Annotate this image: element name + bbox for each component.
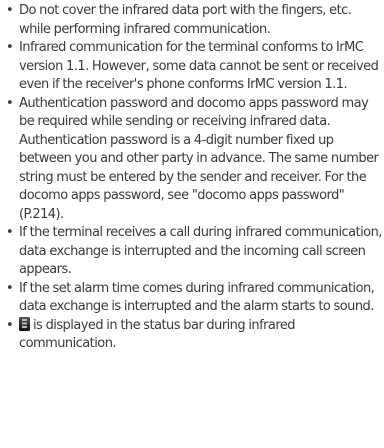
bullet: •: [6, 3, 14, 18]
note-item: • is displayed in the status bar during i…: [6, 316, 382, 354]
document-page: • Do not cover the infrared data port wit…: [6, 2, 382, 354]
bullet: •: [6, 40, 14, 55]
note-item: • If the set alarm time comes during infr…: [6, 280, 382, 317]
note-text: Infrared communication for the terminal …: [19, 40, 379, 92]
bullet: •: [6, 280, 14, 296]
note-text: If the terminal receives a call during i…: [19, 225, 382, 277]
note-item: • Do not cover the infrared data port wit…: [6, 2, 382, 39]
note-text: If the set alarm time comes during infra…: [19, 280, 375, 315]
note-text: Do not cover the infrared data port with…: [19, 3, 352, 37]
note-item: • If the terminal receives a call during …: [6, 224, 382, 280]
notes-list: • Do not cover the infrared data port wit…: [6, 2, 382, 354]
note-item: • Infrared communication for the terminal…: [6, 39, 382, 95]
bullet: •: [6, 317, 14, 333]
note-item: • Authentication password and docomo apps…: [6, 95, 382, 225]
note-text: is displayed in the status bar during in…: [19, 317, 296, 352]
note-text: Authentication password and docomo apps …: [19, 95, 379, 222]
bullet: •: [6, 95, 14, 111]
bullet: •: [6, 225, 14, 240]
infrared-status-icon: [19, 316, 30, 331]
